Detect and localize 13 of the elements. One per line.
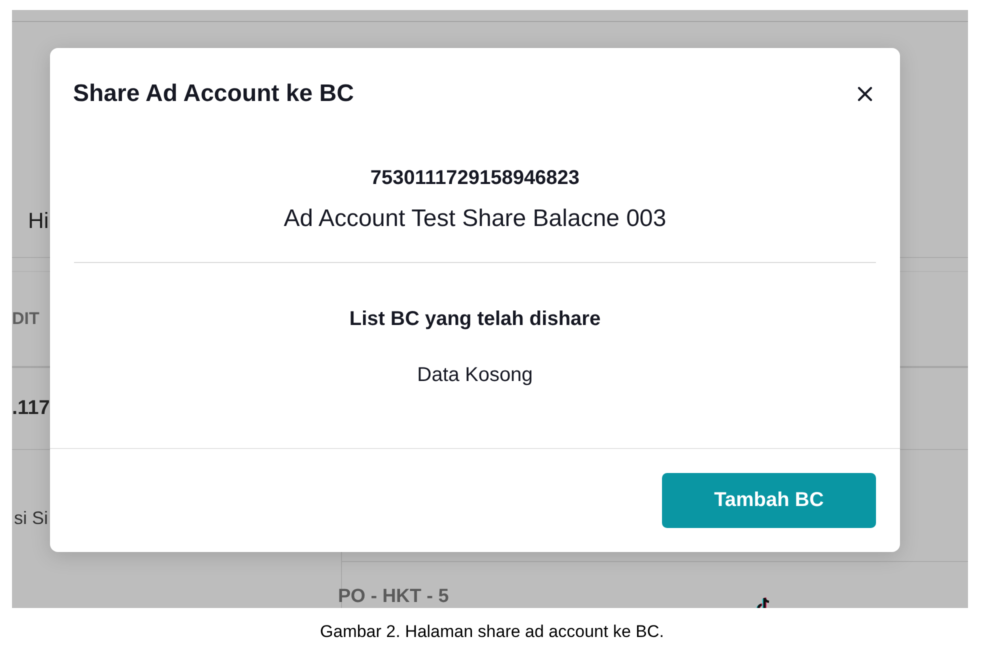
table-cell: si Si — [14, 508, 48, 528]
account-name: Ad Account Test Share Balacne 003 — [284, 204, 666, 234]
account-id: 7530111729158946823 — [370, 166, 580, 190]
empty-message: Data Kosong — [417, 363, 533, 388]
shared-list-title: List BC yang telah dishare — [349, 307, 601, 332]
close-icon[interactable] — [857, 86, 873, 102]
column-header: DIT — [12, 309, 40, 329]
add-bc-button[interactable]: Tambah BC — [662, 473, 876, 528]
page-heading: Hi — [28, 207, 49, 235]
dialog-title: Share Ad Account ke BC — [73, 79, 354, 109]
campaign-name: PO - HKT - 5 — [338, 586, 450, 608]
figure-caption: Gambar 2. Halaman share ad account ke BC. — [320, 622, 664, 642]
table-cell: .117 — [12, 397, 50, 420]
